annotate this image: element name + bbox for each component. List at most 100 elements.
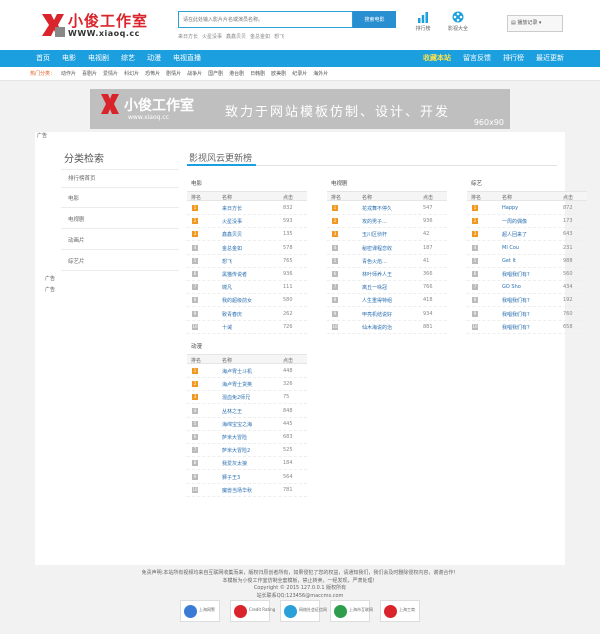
title-link[interactable]: Happy	[502, 205, 518, 211]
title-link[interactable]: 鑫鑫贝贝	[222, 231, 242, 238]
ranking-tool[interactable]: 排行榜	[408, 11, 438, 32]
table-row[interactable]: 6 林叶师养人王 366	[327, 268, 447, 281]
title-link[interactable]: 来日方长	[222, 205, 242, 212]
title-link[interactable]: 火星没事	[222, 218, 242, 225]
table-row[interactable]: 3 玉川区侦杆 42	[327, 228, 447, 242]
title-link[interactable]: 我爱灰太狼	[222, 460, 247, 467]
title-link[interactable]: 林叶师养人王	[362, 271, 392, 278]
hot-item[interactable]: 港台剧	[229, 71, 244, 77]
nav-anime[interactable]: 动漫	[141, 50, 167, 67]
title-link[interactable]: 黑猫传说者	[222, 271, 247, 278]
nav-live[interactable]: 电视直播	[167, 50, 207, 67]
table-row[interactable]: 6 我唱我们有? 560	[467, 268, 587, 281]
table-row[interactable]: 1 来日方长 832	[187, 202, 307, 215]
sidebar-item-variety[interactable]: 综艺片	[68, 257, 85, 265]
title-link[interactable]: 花戎舞不停久	[362, 205, 392, 212]
search-button[interactable]: 搜索电影	[353, 11, 396, 28]
film-tool[interactable]: 影视大全	[443, 11, 473, 32]
table-row[interactable]: 7 离丘一咏冠 766	[327, 281, 447, 295]
title-link[interactable]: 狮子王3	[222, 474, 240, 481]
table-row[interactable]: 9 甲亮机结说好 934	[327, 308, 447, 321]
hotword-link[interactable]: 鑫鑫贝贝	[226, 34, 246, 40]
site-logo[interactable]: 小俊工作室 WWW.xiaoq.cc	[40, 12, 155, 42]
sidebar-item-movie[interactable]: 电影	[68, 194, 79, 202]
table-row[interactable]: 2 海卢胄士货英 326	[187, 378, 307, 392]
table-row[interactable]: 2 一周的偶像 173	[467, 215, 587, 229]
table-row[interactable]: 1 Happy 872	[467, 202, 587, 215]
title-link[interactable]: 海绵宝宝之海	[222, 421, 252, 428]
nav-variety[interactable]: 综艺	[115, 50, 141, 67]
nav-home[interactable]: 首页	[30, 50, 56, 67]
hot-item[interactable]: 喜剧片	[82, 71, 97, 77]
table-row[interactable]: 5 海绵宝宝之海 445	[187, 418, 307, 431]
title-link[interactable]: 超人回来了	[502, 231, 527, 238]
hotword-link[interactable]: 来日方长	[178, 34, 198, 40]
table-row[interactable]: 10 十诫 726	[187, 321, 307, 334]
table-row[interactable]: 9 我唱我们有? 760	[467, 308, 587, 321]
title-link[interactable]: 攻的男子…	[362, 218, 387, 225]
history-dropdown[interactable]: ▤ 播放记录 ▾	[507, 15, 563, 32]
title-link[interactable]: 丛林之王	[222, 408, 242, 415]
title-link[interactable]: 玉川区侦杆	[362, 231, 387, 238]
banner-ad[interactable]: 小俊工作室 www.xiaoq.cc 致力于网站模板仿制、设计、开发 960x9…	[90, 89, 510, 129]
nav-movie[interactable]: 电影	[56, 50, 82, 67]
title-link[interactable]: MI Cou	[502, 245, 519, 251]
title-link[interactable]: 秘密课程恋收	[362, 245, 392, 252]
table-row[interactable]: 7 GO Sho 434	[467, 281, 587, 295]
table-row[interactable]: 10 我唱我们有? 658	[467, 321, 587, 334]
nav-ranking[interactable]: 排行榜	[497, 50, 530, 67]
title-link[interactable]: 致青春庆	[222, 311, 242, 318]
table-row[interactable]: 9 致青春庆 262	[187, 308, 307, 321]
hot-item[interactable]: 动作片	[61, 71, 76, 77]
table-row[interactable]: 4 金总金如 578	[187, 242, 307, 255]
hot-item[interactable]: 国产剧	[208, 71, 223, 77]
title-link[interactable]: 萨米大冒险2	[222, 447, 250, 454]
table-row[interactable]: 5 青色火焰… 41	[327, 255, 447, 268]
title-link[interactable]: 想飞	[222, 258, 232, 265]
badge-commerce[interactable]: 上海工商	[380, 600, 420, 622]
table-row[interactable]: 9 狮子王3 564	[187, 471, 307, 484]
badge-internet[interactable]: 上海市互联网	[330, 600, 373, 622]
sidebar-item-ranking[interactable]: 排行榜首页	[68, 174, 96, 182]
title-link[interactable]: 我的超级前女	[222, 297, 252, 304]
title-link[interactable]: 青色火焰…	[362, 258, 387, 265]
table-row[interactable]: 2 攻的男子… 936	[327, 215, 447, 229]
title-link[interactable]: 我唱我们有?	[502, 271, 530, 278]
table-row[interactable]: 4 秘密课程恋收 187	[327, 242, 447, 255]
table-row[interactable]: 4 丛林之王 848	[187, 405, 307, 418]
table-row[interactable]: 8 我爱灰太狼 184	[187, 457, 307, 471]
table-row[interactable]: 8 我唱我们有? 192	[467, 294, 587, 308]
hotword-link[interactable]: 金总金如	[250, 34, 270, 40]
table-row[interactable]: 7 嫦凡 111	[187, 281, 307, 295]
title-link[interactable]: 海卢胄士货英	[222, 381, 252, 388]
badge-social[interactable]: 网络社会征信网	[280, 600, 327, 622]
hotword-link[interactable]: 想飞	[274, 34, 284, 40]
hot-item[interactable]: 纪录片	[292, 71, 307, 77]
nav-bookmark[interactable]: 收藏本站	[417, 50, 457, 67]
title-link[interactable]: 海卢胄士斗机	[222, 368, 252, 375]
hot-item[interactable]: 欧美剧	[271, 71, 286, 77]
hot-item[interactable]: 日韩剧	[250, 71, 265, 77]
table-row[interactable]: 1 海卢胄士斗机 448	[187, 365, 307, 378]
table-row[interactable]: 4 MI Cou 231	[467, 242, 587, 255]
title-link[interactable]: 金总金如	[222, 245, 242, 252]
hot-item[interactable]: 剧情片	[166, 71, 181, 77]
table-row[interactable]: 8 我的超级前女 580	[187, 294, 307, 308]
title-link[interactable]: 我唱我们有?	[502, 297, 530, 304]
title-link[interactable]: Get It	[502, 258, 516, 264]
title-link[interactable]: 甲亮机结说好	[362, 311, 392, 318]
title-link[interactable]: GO Sho	[502, 284, 521, 290]
nav-feedback[interactable]: 留言反馈	[457, 50, 497, 67]
nav-latest[interactable]: 最近更新	[530, 50, 570, 67]
title-link[interactable]: 魔兽当场华秋	[222, 487, 252, 494]
hotword-link[interactable]: 火星没事	[202, 34, 222, 40]
badge-police[interactable]: 上海网警	[180, 600, 220, 622]
title-link[interactable]: 仙木海说的治	[362, 324, 392, 331]
hot-item[interactable]: 战争片	[187, 71, 202, 77]
table-row[interactable]: 1 花戎舞不停久 547	[327, 202, 447, 215]
title-link[interactable]: 十诫	[222, 324, 232, 331]
table-row[interactable]: 5 想飞 765	[187, 255, 307, 268]
table-row[interactable]: 6 黑猫传说者 936	[187, 268, 307, 281]
title-link[interactable]: 我唱我们有?	[502, 311, 530, 318]
table-row[interactable]: 3 超人回来了 643	[467, 228, 587, 242]
